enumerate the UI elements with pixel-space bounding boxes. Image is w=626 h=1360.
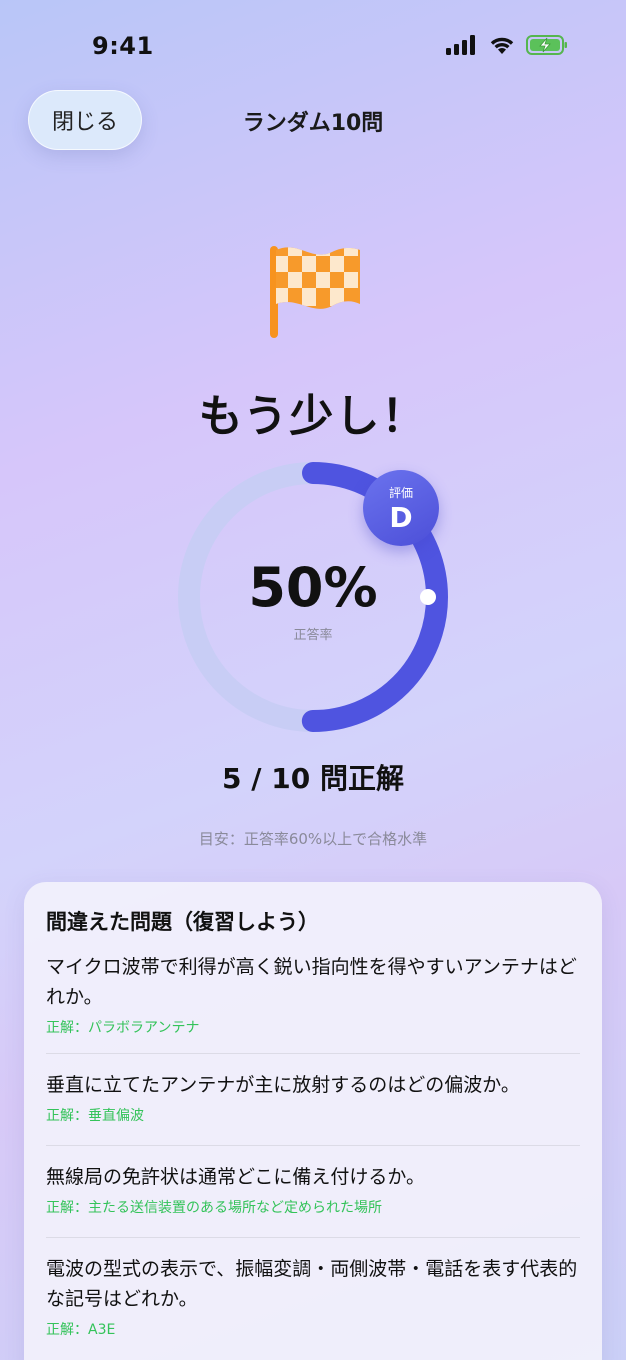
score-ring: 50% 正答率 評価 D bbox=[176, 460, 450, 734]
pass-hint: 目安：正答率60%以上で合格水準 bbox=[198, 830, 428, 848]
grade-label: 評価 bbox=[388, 486, 413, 500]
grade-badge: 評価 D bbox=[363, 470, 439, 546]
review-question: 電波の型式の表示で、振幅変調・両側波帯・電話を表す代表的な記号はどれか。 bbox=[46, 1258, 578, 1310]
review-item[interactable]: マイクロ波帯で利得が高く鋭い指向性を得やすいアンテナはどれか。 正解：パラボラア… bbox=[46, 952, 580, 1037]
review-question: 無線局の免許状は通常どこに備え付けるか。 bbox=[46, 1166, 426, 1188]
review-answer: 正解：垂直偏波 bbox=[46, 1108, 144, 1124]
checkered-flag-icon bbox=[270, 246, 360, 338]
grade-value: D bbox=[389, 501, 413, 534]
divider bbox=[46, 1145, 580, 1146]
cellular-signal-icon bbox=[446, 34, 475, 55]
review-answer: 正解：パラボラアンテナ bbox=[46, 1020, 200, 1036]
review-title: 間違えた問題（復習しよう） bbox=[46, 910, 319, 934]
page-title: ランダム10問 bbox=[242, 111, 384, 136]
result-headline: もう少し！ bbox=[198, 391, 428, 442]
score-text: 5 / 10 問正解 bbox=[222, 762, 404, 795]
divider bbox=[46, 1237, 580, 1238]
percent-value: 50% bbox=[248, 556, 378, 619]
review-item[interactable]: 電波の型式の表示で、振幅変調・両側波帯・電話を表す代表的な記号はどれか。 正解：… bbox=[46, 1254, 580, 1339]
review-answer: 正解：主たる送信装置のある場所など定められた場所 bbox=[46, 1200, 382, 1216]
review-question: 垂直に立てたアンテナが主に放射するのはどの偏波か。 bbox=[46, 1074, 520, 1096]
wifi-icon bbox=[490, 37, 514, 54]
divider bbox=[46, 1053, 580, 1054]
review-item[interactable]: 垂直に立てたアンテナが主に放射するのはどの偏波か。 正解：垂直偏波 bbox=[46, 1070, 580, 1125]
status-icons bbox=[446, 34, 568, 55]
review-answer: 正解：A3E bbox=[46, 1322, 116, 1338]
review-card: 間違えた問題（復習しよう） マイクロ波帯で利得が高く鋭い指向性を得やすいアンテナ… bbox=[24, 882, 602, 1360]
review-question: マイクロ波帯で利得が高く鋭い指向性を得やすいアンテナはどれか。 bbox=[46, 956, 577, 1008]
battery-charging-icon bbox=[526, 34, 567, 55]
status-time: 9:41 bbox=[92, 32, 154, 60]
status-bar: 9:41 bbox=[0, 0, 626, 90]
review-item[interactable]: 無線局の免許状は通常どこに備え付けるか。 正解：主たる送信装置のある場所など定め… bbox=[46, 1162, 580, 1217]
percent-label: 正答率 bbox=[293, 628, 333, 643]
